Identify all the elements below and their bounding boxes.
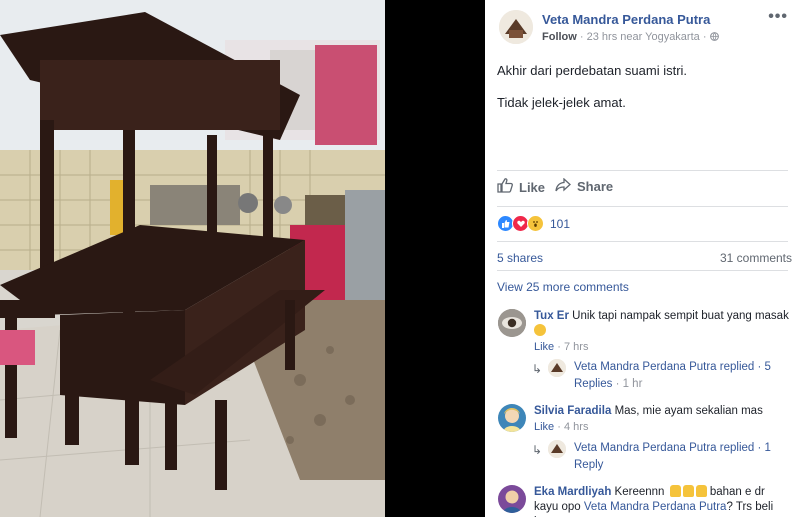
comment-author[interactable]: Eka Mardliyah — [534, 486, 611, 498]
comment-time[interactable]: 7 hrs — [564, 341, 588, 353]
like-button[interactable]: Like — [497, 178, 545, 196]
commenter-avatar[interactable] — [498, 309, 526, 337]
view-more-comments-link[interactable]: View 25 more comments — [497, 280, 629, 294]
reply-arrow-icon: ↳ — [532, 362, 543, 376]
post-photo[interactable] — [0, 0, 385, 517]
dot-separator: · — [757, 442, 765, 454]
reply-author: Veta Mandra Perdana Putra — [574, 442, 717, 454]
reaction-count: 101 — [550, 216, 571, 231]
commenter-avatar[interactable] — [498, 485, 526, 513]
thumbs-up-emoji-icon — [695, 485, 707, 497]
comment-text: Kereennn — [614, 486, 665, 498]
comments-count-link[interactable]: 31 comments — [720, 251, 792, 265]
comment-text: Unik tapi nampak sempit buat yang masak — [572, 310, 789, 322]
comment-like-link[interactable]: Like — [534, 421, 554, 433]
comment-item: Silvia Faradila Mas, mie ayam sekalian m… — [534, 404, 789, 435]
laughing-emoji-icon — [534, 324, 546, 336]
dot-separator: · — [615, 378, 623, 390]
post-side-panel: Veta Mandra Perdana Putra Follow · 23 hr… — [485, 0, 800, 517]
shares-comments-row: 5 shares 31 comments — [497, 251, 792, 265]
share-button[interactable]: Share — [555, 177, 614, 195]
comment-text: Mas, mie ayam sekalian mas — [614, 405, 763, 417]
follow-link[interactable]: Follow — [542, 31, 577, 43]
post-text-line: Tidak jelek-jelek amat. — [497, 95, 626, 110]
divider — [497, 206, 788, 207]
reply-text: replied — [719, 361, 755, 373]
more-options-icon[interactable]: ••• — [768, 8, 788, 26]
replies-link[interactable]: Veta Mandra Perdana Putra replied · 1 Re… — [574, 440, 774, 474]
share-arrow-icon — [555, 177, 571, 195]
reply-avatar — [548, 359, 566, 377]
reply-author: Veta Mandra Perdana Putra — [574, 361, 717, 373]
comment-like-link[interactable]: Like — [534, 341, 554, 353]
comment-author[interactable]: Tux Er — [534, 310, 569, 322]
thumbs-up-emoji-icon — [682, 485, 694, 497]
post-text: Akhir dari perdebatan suami istri. Tidak… — [497, 62, 787, 126]
reply-arrow-icon: ↳ — [532, 443, 543, 457]
dot-separator: · — [557, 421, 564, 433]
post-text-line: Akhir dari perdebatan suami istri. — [497, 63, 688, 78]
comment-item: Tux Er Unik tapi nampak sempit buat yang… — [534, 309, 789, 355]
share-label: Share — [577, 179, 614, 194]
wow-reaction-icon — [527, 215, 544, 232]
reply-time: 1 hr — [622, 378, 643, 390]
thumbs-up-emoji-icon — [669, 485, 681, 497]
mention-link[interactable]: Veta Mandra Perdana Putra — [584, 501, 727, 513]
dot-separator: · — [702, 31, 710, 43]
divider — [497, 270, 788, 271]
page-avatar[interactable] — [499, 10, 533, 44]
comment-meta: Like · 4 hrs — [534, 420, 789, 435]
reply-avatar — [548, 440, 566, 458]
commenter-avatar[interactable] — [498, 404, 526, 432]
page-name-link[interactable]: Veta Mandra Perdana Putra — [542, 12, 710, 27]
divider — [497, 170, 788, 171]
post-meta: Follow · 23 hrs near Yogyakarta · — [542, 31, 719, 43]
like-label: Like — [519, 179, 546, 195]
shares-link[interactable]: 5 shares — [497, 251, 543, 265]
reply-text: replied — [719, 442, 755, 454]
post-time[interactable]: 23 hrs near Yogyakarta — [587, 31, 700, 43]
replies-link[interactable]: Veta Mandra Perdana Putra replied · 5 Re… — [574, 359, 774, 393]
dot-separator: · — [579, 31, 587, 43]
dot-separator: · — [757, 361, 765, 373]
photo-viewer-margin — [385, 0, 485, 517]
comment-meta: Like · 7 hrs — [534, 340, 789, 355]
kitchen-cart-photo — [0, 0, 385, 517]
post-header: Veta Mandra Perdana Putra Follow · 23 hr… — [485, 0, 800, 50]
dot-separator: · — [557, 341, 564, 353]
divider — [497, 241, 788, 242]
comment-time[interactable]: 4 hrs — [564, 421, 588, 433]
reactions-summary[interactable]: 101 — [497, 215, 570, 232]
globe-icon — [709, 31, 719, 43]
thumbs-up-icon — [497, 178, 513, 196]
comment-item: Eka Mardliyah Kereennn bahan e dr kayu o… — [534, 485, 774, 517]
comment-author[interactable]: Silvia Faradila — [534, 405, 611, 417]
